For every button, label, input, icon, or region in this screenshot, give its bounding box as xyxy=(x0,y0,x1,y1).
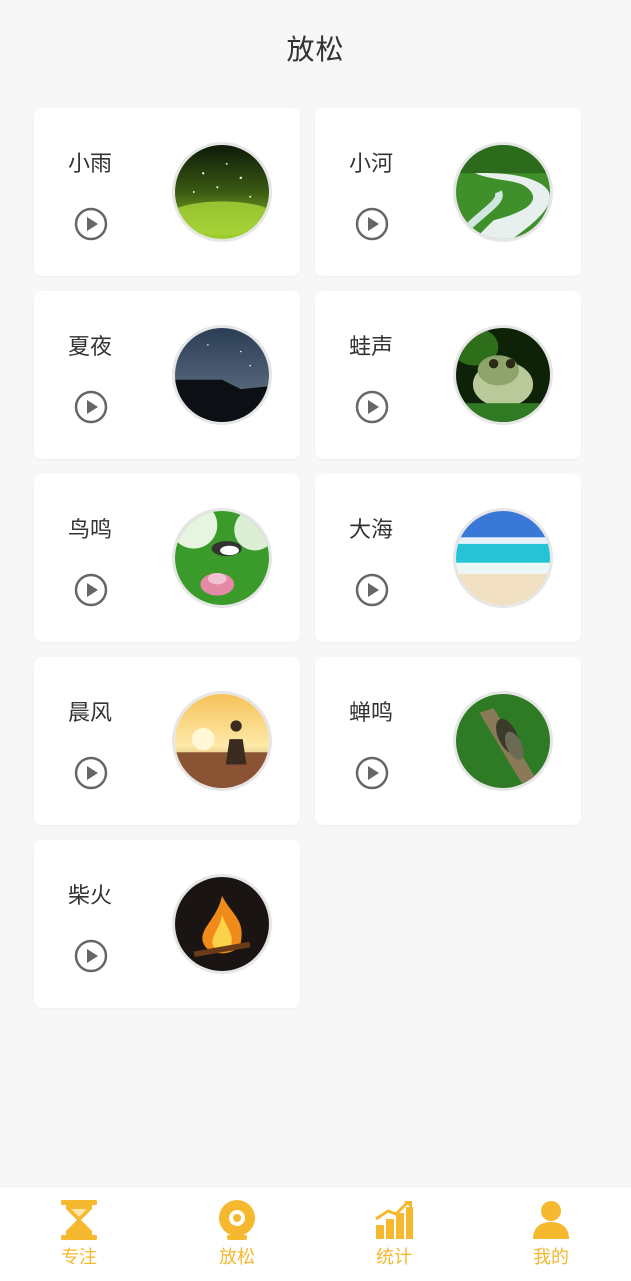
tab-label: 统计 xyxy=(376,1247,412,1268)
play-icon[interactable] xyxy=(74,207,108,241)
sound-card-morning-breeze[interactable]: 晨风 xyxy=(34,657,300,825)
tab-label: 放松 xyxy=(219,1247,255,1268)
play-icon[interactable] xyxy=(355,390,389,424)
sea-image xyxy=(453,508,553,608)
page-title: 放松 xyxy=(286,33,345,66)
sound-card-label: 夏夜 xyxy=(68,335,113,360)
sound-card-label: 蝉鸣 xyxy=(349,701,394,726)
sound-card-label: 柴火 xyxy=(68,884,113,909)
bottom-tab-bar: 专注 放松 统计 我的 xyxy=(0,1186,631,1281)
sound-card-label: 鸟鸣 xyxy=(68,518,113,543)
summer-night-image xyxy=(172,325,272,425)
morning-breeze-image xyxy=(172,691,272,791)
sound-card-label: 大海 xyxy=(349,518,394,543)
cicada-image xyxy=(453,691,553,791)
rain-image xyxy=(172,142,272,242)
play-icon[interactable] xyxy=(355,573,389,607)
relax-disc-icon xyxy=(219,1200,255,1240)
sound-card-rain[interactable]: 小雨 xyxy=(34,108,300,276)
user-icon xyxy=(533,1201,569,1239)
sound-card-label: 小河 xyxy=(349,152,394,177)
sound-card-label: 蛙声 xyxy=(349,335,394,360)
tab-relax[interactable]: 放松 xyxy=(177,1187,297,1281)
sound-card-label: 小雨 xyxy=(68,152,113,177)
tab-label: 专注 xyxy=(61,1247,97,1268)
play-icon[interactable] xyxy=(355,756,389,790)
play-icon[interactable] xyxy=(74,756,108,790)
sound-card-label: 晨风 xyxy=(68,701,113,726)
sound-card-river[interactable]: 小河 xyxy=(315,108,581,276)
tab-label: 我的 xyxy=(533,1247,569,1268)
frog-image xyxy=(453,325,553,425)
sound-card-bird[interactable]: 鸟鸣 xyxy=(34,474,300,642)
play-icon[interactable] xyxy=(355,207,389,241)
play-icon[interactable] xyxy=(74,939,108,973)
sound-card-cicada[interactable]: 蝉鸣 xyxy=(315,657,581,825)
tab-focus[interactable]: 专注 xyxy=(19,1187,139,1281)
sound-card-campfire[interactable]: 柴火 xyxy=(34,840,300,1008)
bird-image xyxy=(172,508,272,608)
tab-mine[interactable]: 我的 xyxy=(491,1187,611,1281)
sound-card-frog[interactable]: 蛙声 xyxy=(315,291,581,459)
campfire-image xyxy=(172,874,272,974)
play-icon[interactable] xyxy=(74,390,108,424)
hourglass-icon xyxy=(61,1200,97,1240)
sound-card-summer-night[interactable]: 夏夜 xyxy=(34,291,300,459)
tab-stats[interactable]: 统计 xyxy=(334,1187,454,1281)
river-image xyxy=(453,142,553,242)
sound-card-sea[interactable]: 大海 xyxy=(315,474,581,642)
play-icon[interactable] xyxy=(74,573,108,607)
bar-chart-icon xyxy=(375,1200,413,1239)
